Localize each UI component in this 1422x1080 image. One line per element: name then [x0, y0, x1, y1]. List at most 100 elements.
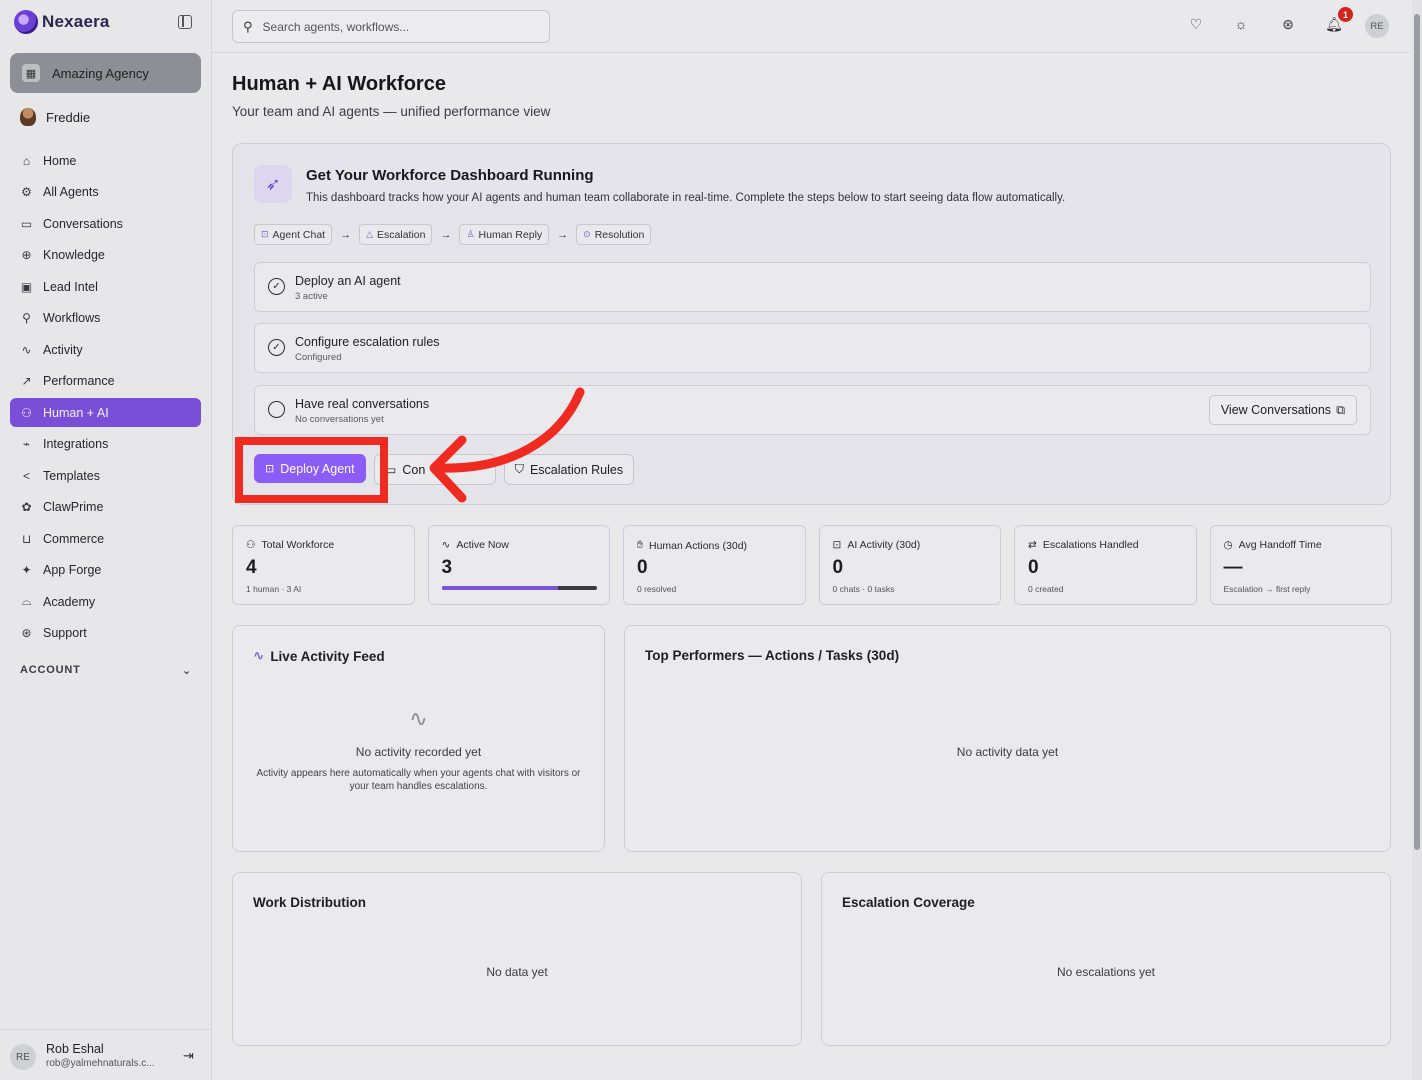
graduation-cap-icon: ⌓ — [21, 594, 32, 608]
collapse-sidebar-icon[interactable] — [178, 15, 192, 29]
sidebar-item-label: Lead Intel — [43, 279, 98, 294]
sidebar-item-label: Academy — [43, 594, 96, 609]
bot-icon: ⊡ — [832, 539, 842, 551]
app-name: Nexaera — [42, 12, 110, 31]
logout-icon[interactable]: ⇥ — [183, 1048, 194, 1064]
activity-icon: ∿ — [253, 648, 265, 663]
sidebar-item-workflows[interactable]: ⚲ Workflows — [10, 304, 201, 333]
sidebar-item-lead-intel[interactable]: ▣ Lead Intel — [10, 272, 201, 301]
sidebar-item-support[interactable]: ⊛ Support — [10, 619, 201, 648]
sidebar-item-all-agents[interactable]: ⚙ All Agents — [10, 178, 201, 207]
trending-up-icon: ↗ — [21, 374, 32, 388]
sidebar-item-performance[interactable]: ↗ Performance — [10, 367, 201, 396]
clock-icon: ◷ — [1223, 539, 1233, 551]
avatar[interactable]: RE — [1365, 14, 1389, 38]
activity-icon: ∿ — [441, 539, 451, 551]
view-conversations-button[interactable]: View Conversations ⧉ — [1208, 395, 1357, 425]
active-progress-bar — [441, 586, 597, 590]
sidebar-item-label: Commerce — [43, 531, 105, 546]
stat-card: ∿ Active Now 3 — [427, 525, 610, 605]
cart-icon: ⊔ — [21, 531, 32, 546]
chevron-down-icon: ⌄ — [181, 665, 192, 677]
stat-card: ⇄ Escalations Handled 0 0 created — [1014, 525, 1197, 605]
app-logo[interactable]: Nexaera — [14, 10, 110, 34]
building-icon: ▦ — [22, 64, 40, 82]
empty-state: No activity data yet — [956, 745, 1059, 759]
setup-step: Have real conversations No conversations… — [254, 385, 1371, 435]
sidebar-item-label: Workflows — [43, 311, 101, 325]
flow-chip: ⊙ Resolution — [576, 224, 652, 245]
stat-note: 0 resolved — [637, 584, 677, 594]
flow-steps: ⊡ Agent Chat → △ Escalation → ♙ Human Reply… — [254, 224, 652, 245]
stat-value: — — [1223, 557, 1243, 578]
stat-label: Avg Handoff Time — [1238, 539, 1322, 551]
sidebar-item-activity[interactable]: ∿ Activity — [10, 335, 201, 364]
stat-label: Escalations Handled — [1042, 539, 1139, 551]
panel-title: Top Performers — Actions / Tasks (30d) — [645, 648, 900, 663]
sidebar-item-app-forge[interactable]: ✦ App Forge — [10, 556, 201, 585]
stats-row: ⚇ Total Workforce 4 1 human · 3 AI ∿ Activ… — [232, 525, 1392, 605]
setup-step: ✓ Deploy an AI agent 3 active — [254, 262, 1371, 312]
scrollbar-thumb[interactable] — [1414, 14, 1420, 850]
sidebar-item-conversations[interactable]: ▭ Conversations — [10, 209, 201, 238]
shield-icon: ⛉ — [514, 462, 524, 476]
stat-card: ◷ Avg Handoff Time — Escalation → first r… — [1209, 525, 1392, 605]
logo-icon — [14, 10, 38, 34]
empty-state: No escalations yet — [1056, 965, 1156, 979]
conversations-label: Con — [402, 462, 426, 477]
live-activity-panel: ∿ Live Activity Feed ∿ No activity record… — [232, 625, 605, 852]
panel-title: Work Distribution — [253, 895, 366, 910]
sidebar-item-label: Knowledge — [43, 248, 105, 262]
step-status: 3 active — [295, 291, 328, 302]
scrollbar[interactable] — [1412, 0, 1422, 1080]
sidebar-item-templates[interactable]: < Templates — [10, 461, 201, 490]
setup-card: ➶ Get Your Workforce Dashboard Running T… — [232, 143, 1391, 505]
flow-chip: △ Escalation — [359, 224, 433, 245]
bot-icon: ⊡ — [261, 229, 269, 239]
stat-note: Escalation → first reply — [1223, 584, 1311, 594]
alert-triangle-icon: △ — [366, 229, 374, 239]
sun-icon[interactable]: ☼ — [1231, 16, 1251, 36]
sidebar-item-home[interactable]: ⌂ Home — [10, 146, 201, 175]
message-icon: ▭ — [20, 216, 33, 231]
account-section-toggle[interactable]: ACCOUNT ⌄ — [20, 664, 192, 677]
sidebar-item-commerce[interactable]: ⊔ Commerce — [10, 524, 201, 553]
user-avatar — [20, 108, 36, 126]
stat-note: 0 created — [1028, 584, 1064, 594]
stat-card: ✋︎ Human Actions (30d) 0 0 resolved — [623, 525, 806, 605]
arrow-right-icon: → — [440, 228, 452, 241]
check-circle-icon: ⊙ — [583, 229, 591, 239]
search-icon: ⚲ — [243, 18, 253, 34]
search-input[interactable] — [262, 19, 523, 34]
sidebar-item-label: Home — [43, 153, 77, 168]
search-box[interactable]: ⚲ — [232, 10, 550, 43]
share-icon: < — [22, 468, 30, 483]
help-icon[interactable]: ⊛ — [1278, 16, 1298, 36]
sidebar-item-academy[interactable]: ⌓ Academy — [10, 587, 201, 616]
sidebar-item-label: Performance — [43, 374, 115, 388]
stat-note: 1 human · 3 AI — [246, 584, 302, 594]
sidebar-item-knowledge[interactable]: ⊕ Knowledge — [10, 241, 201, 270]
user-switcher[interactable]: Freddie — [20, 108, 90, 126]
sidebar-item-human-ai[interactable]: ⚇ Human + AI — [10, 398, 201, 427]
account-name: Rob Eshal — [46, 1042, 104, 1056]
step-title: Deploy an AI agent — [295, 274, 401, 288]
arrow-right-icon: → — [340, 228, 352, 241]
avatar[interactable]: RE — [10, 1044, 36, 1070]
account-email: rob@yalmehnaturals.c... — [46, 1058, 155, 1069]
conversations-button[interactable]: ▭ Con — [373, 454, 496, 485]
setup-title: Get Your Workforce Dashboard Running — [306, 167, 594, 184]
workspace-switcher[interactable]: ▦ Amazing Agency — [10, 53, 201, 93]
top-performers-panel: Top Performers — Actions / Tasks (30d) N… — [624, 625, 1391, 852]
workspace-name: Amazing Agency — [52, 65, 149, 81]
escalation-rules-button[interactable]: ⛉ Escalation Rules — [503, 454, 635, 485]
sparkles-icon: ✦ — [21, 563, 32, 577]
heart-icon[interactable]: ♡ — [1186, 16, 1206, 36]
stat-label: Total Workforce — [261, 539, 335, 551]
stat-value: 4 — [246, 557, 257, 578]
sidebar-item-clawprime[interactable]: ✿ ClawPrime — [10, 493, 201, 522]
lifebuoy-icon: ⊛ — [21, 626, 32, 640]
sidebar-item-label: Integrations — [43, 437, 109, 451]
sidebar-item-integrations[interactable]: ⌁ Integrations — [10, 430, 201, 459]
network-icon: ⚇ — [21, 405, 32, 420]
